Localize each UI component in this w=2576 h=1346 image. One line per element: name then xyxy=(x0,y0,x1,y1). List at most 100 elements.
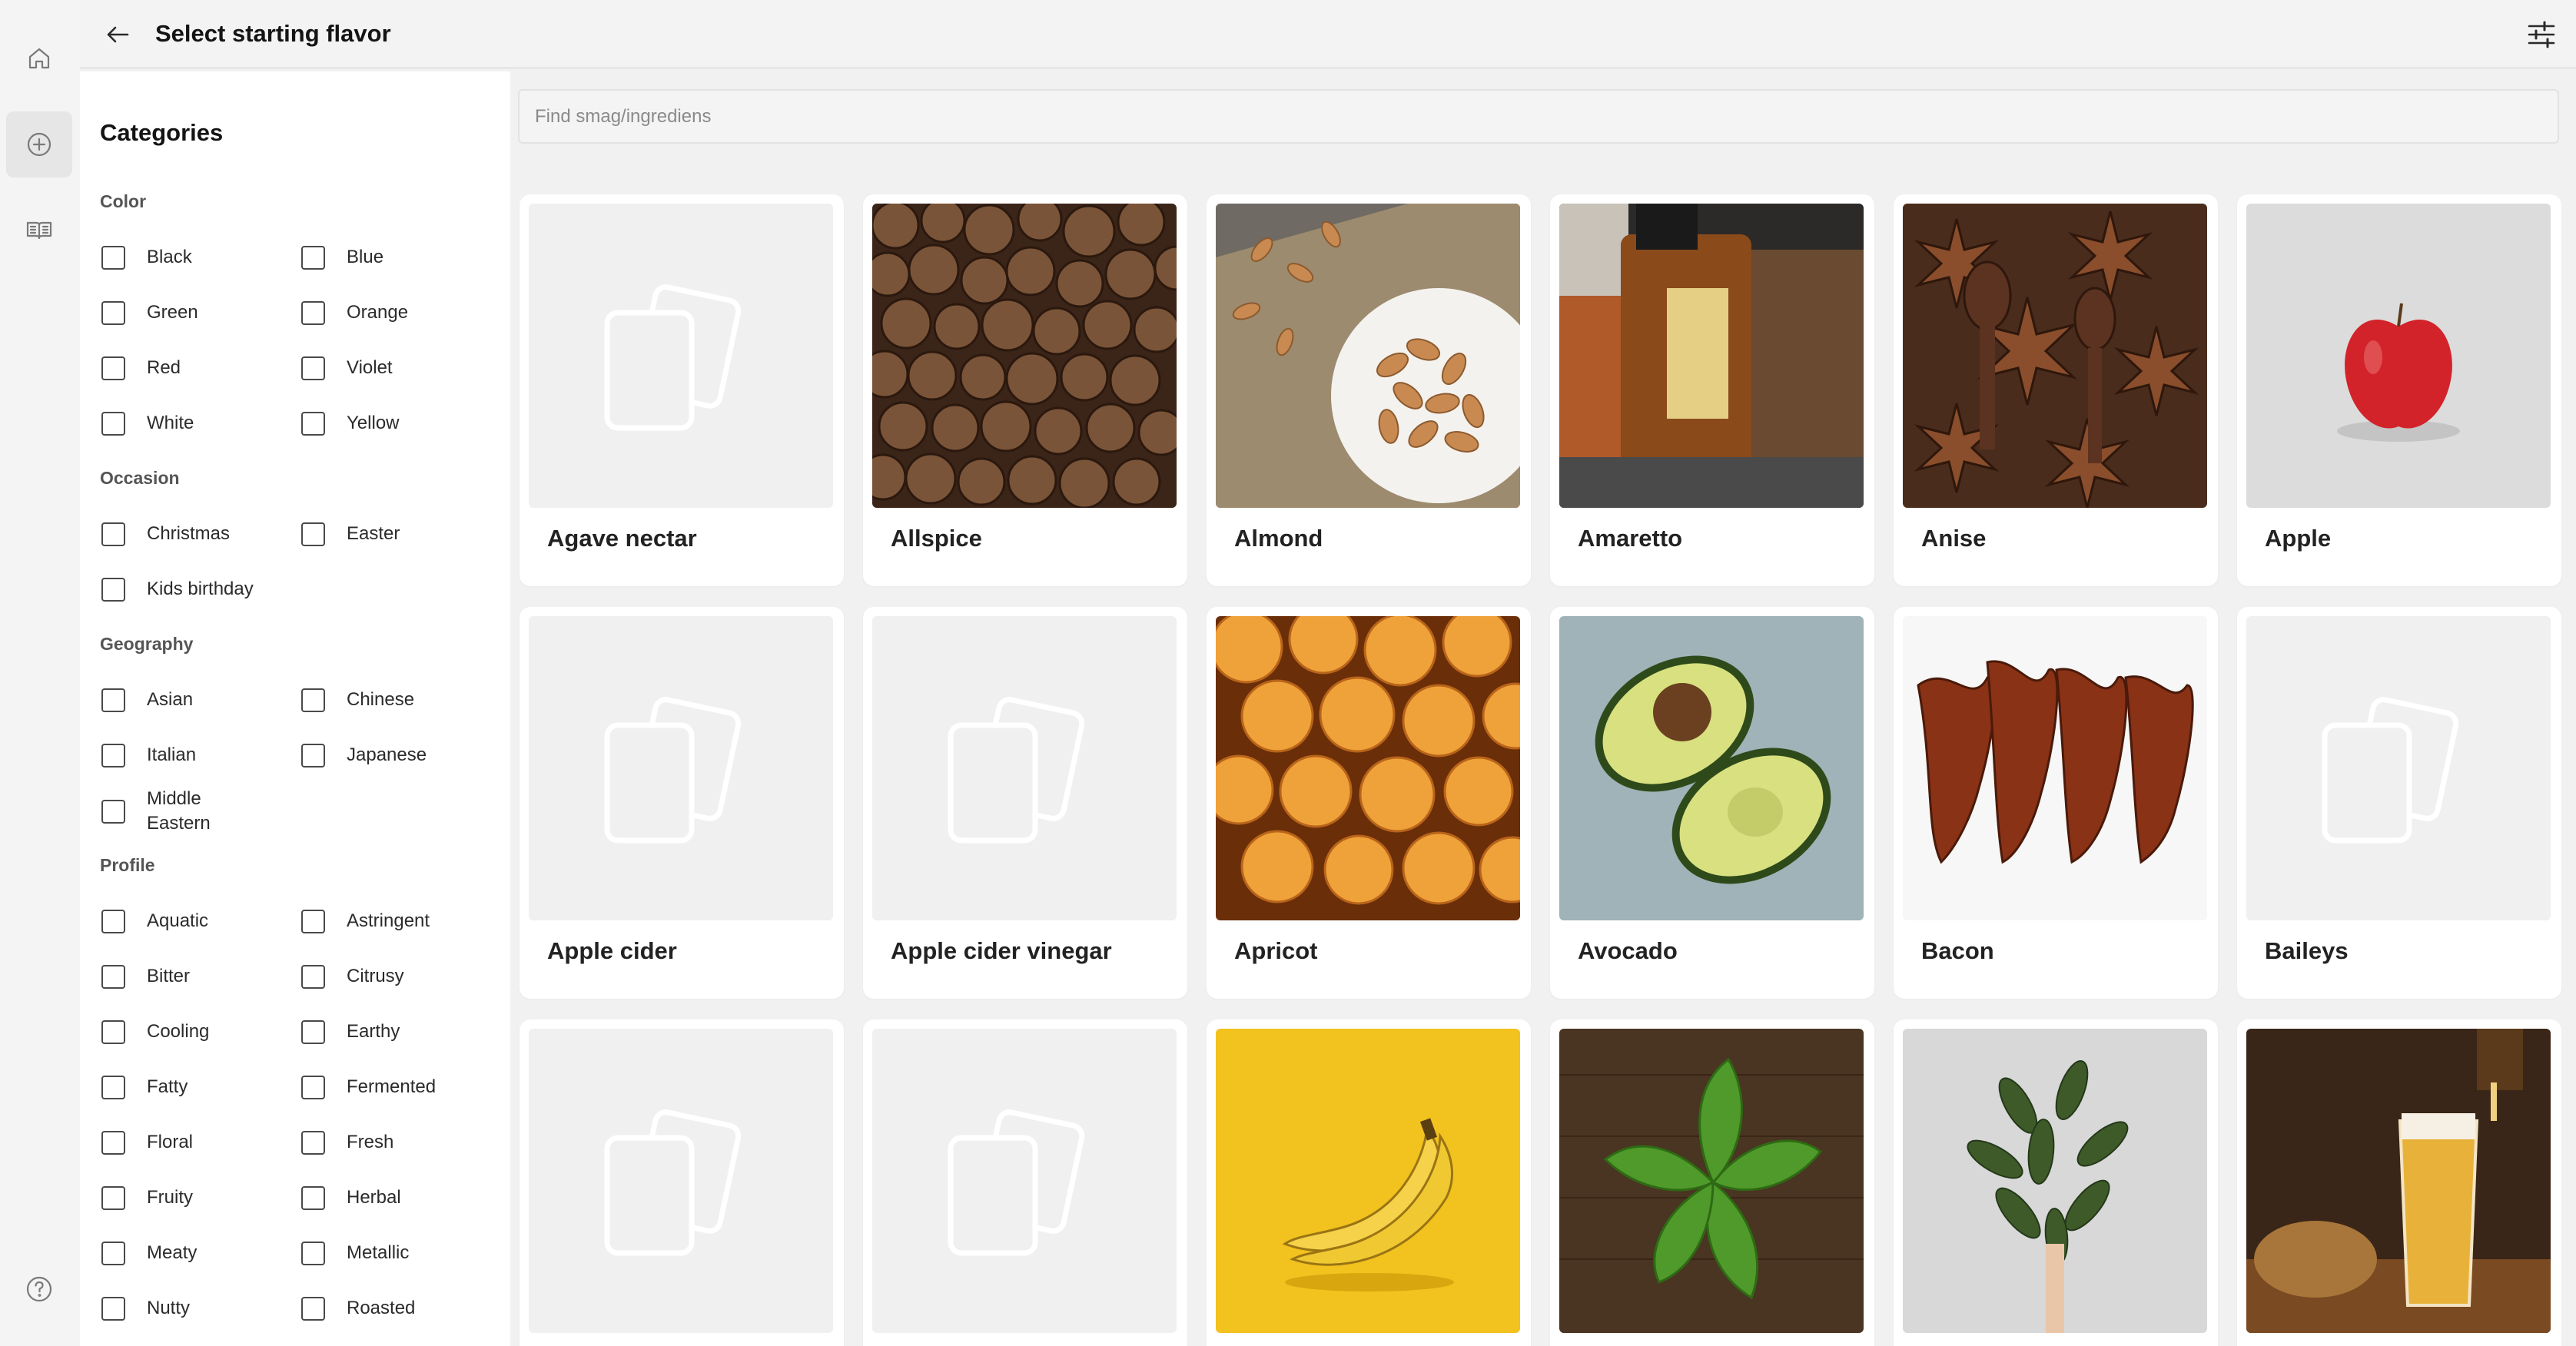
checkbox-earthy[interactable]: Earthy xyxy=(301,1020,400,1044)
checkbox-box[interactable] xyxy=(301,744,325,767)
checkbox-box[interactable] xyxy=(101,1186,125,1210)
checkbox-box[interactable] xyxy=(101,301,125,325)
checkbox-box[interactable] xyxy=(101,246,125,270)
flavor-card[interactable] xyxy=(1894,1019,2218,1346)
checkbox-japanese[interactable]: Japanese xyxy=(301,744,427,767)
checkbox-easter[interactable]: Easter xyxy=(301,522,400,546)
flavor-card-apple[interactable]: Apple xyxy=(2237,194,2561,586)
flavor-browser: Agave nectar Allspice xyxy=(510,71,2576,1346)
help-button[interactable] xyxy=(6,1256,72,1322)
checkbox-label: Chinese xyxy=(347,689,415,710)
flavor-card-bacon[interactable]: Bacon xyxy=(1894,607,2218,999)
flavor-card-amaretto[interactable]: Amaretto xyxy=(1550,194,1874,586)
checkbox-label: Nutty xyxy=(147,1298,191,1318)
checkbox-box[interactable] xyxy=(301,965,325,989)
checkbox-box[interactable] xyxy=(301,301,325,325)
checkbox-box[interactable] xyxy=(301,910,325,933)
checkbox-bitter[interactable]: Bitter xyxy=(101,965,190,989)
checkbox-box[interactable] xyxy=(301,1186,325,1210)
checkbox-asian[interactable]: Asian xyxy=(101,688,193,712)
checkbox-yellow[interactable]: Yellow xyxy=(301,412,400,436)
checkbox-box[interactable] xyxy=(301,1020,325,1044)
checkbox-label: Blue xyxy=(347,247,384,267)
checkbox-white[interactable]: White xyxy=(101,412,194,436)
back-button[interactable] xyxy=(100,17,135,52)
checkbox-roasted[interactable]: Roasted xyxy=(301,1297,415,1321)
flavor-card-avocado[interactable]: Avocado xyxy=(1550,607,1874,999)
checkbox-box[interactable] xyxy=(101,744,125,767)
checkbox-box[interactable] xyxy=(301,246,325,270)
library-button[interactable] xyxy=(6,197,72,263)
checkbox-label: Fruity xyxy=(147,1187,193,1208)
flavor-card[interactable] xyxy=(1207,1019,1531,1346)
home-button[interactable] xyxy=(6,25,72,91)
flavor-card[interactable] xyxy=(863,1019,1187,1346)
checkbox-citrusy[interactable]: Citrusy xyxy=(301,965,404,989)
checkbox-box[interactable] xyxy=(101,1242,125,1265)
checkbox-middle-eastern[interactable]: Middle Eastern xyxy=(101,787,239,836)
flavor-card-anise[interactable]: Anise xyxy=(1894,194,2218,586)
checkbox-box[interactable] xyxy=(101,910,125,933)
flavor-card-agave-nectar[interactable]: Agave nectar xyxy=(520,194,844,586)
checkbox-nutty[interactable]: Nutty xyxy=(101,1297,190,1321)
checkbox-green[interactable]: Green xyxy=(101,301,198,325)
checkbox-red[interactable]: Red xyxy=(101,356,181,380)
flavor-card-baileys[interactable]: Baileys xyxy=(2237,607,2561,999)
checkbox-box[interactable] xyxy=(101,522,125,546)
apricot-image xyxy=(1216,616,1520,920)
checkbox-orange[interactable]: Orange xyxy=(301,301,408,325)
checkbox-herbal[interactable]: Herbal xyxy=(301,1186,401,1210)
flavor-card[interactable] xyxy=(520,1019,844,1346)
flavor-card-apple-cider-vinegar[interactable]: Apple cider vinegar xyxy=(863,607,1187,999)
beer-image xyxy=(2246,1029,2551,1333)
basil-image xyxy=(1559,1029,1864,1333)
checkbox-meaty[interactable]: Meaty xyxy=(101,1242,197,1265)
checkbox-fruity[interactable]: Fruity xyxy=(101,1186,193,1210)
checkbox-box[interactable] xyxy=(301,1297,325,1321)
checkbox-fermented[interactable]: Fermented xyxy=(301,1076,436,1099)
checkbox-box[interactable] xyxy=(101,1076,125,1099)
checkbox-fresh[interactable]: Fresh xyxy=(301,1131,393,1155)
create-button[interactable] xyxy=(6,111,72,177)
checkbox-box[interactable] xyxy=(301,412,325,436)
flavor-card[interactable] xyxy=(2237,1019,2561,1346)
checkbox-box[interactable] xyxy=(101,1131,125,1155)
checkbox-blue[interactable]: Blue xyxy=(301,246,383,270)
checkbox-box[interactable] xyxy=(101,800,125,824)
checkbox-aquatic[interactable]: Aquatic xyxy=(101,910,208,933)
checkbox-box[interactable] xyxy=(301,522,325,546)
checkbox-box[interactable] xyxy=(301,1076,325,1099)
checkbox-astringent[interactable]: Astringent xyxy=(301,910,430,933)
flavor-card-almond[interactable]: Almond xyxy=(1207,194,1531,586)
checkbox-box[interactable] xyxy=(101,578,125,602)
filter-settings-button[interactable] xyxy=(2522,15,2561,54)
image-placeholder xyxy=(529,616,833,920)
checkbox-box[interactable] xyxy=(301,1242,325,1265)
checkbox-box[interactable] xyxy=(301,356,325,380)
flavor-card-allspice[interactable]: Allspice xyxy=(863,194,1187,586)
checkbox-christmas[interactable]: Christmas xyxy=(101,522,230,546)
checkbox-box[interactable] xyxy=(101,356,125,380)
checkbox-kids-birthday[interactable]: Kids birthday xyxy=(101,578,254,602)
image-placeholder xyxy=(2246,616,2551,920)
amaretto-image xyxy=(1559,204,1864,508)
checkbox-italian[interactable]: Italian xyxy=(101,744,196,767)
search-input[interactable] xyxy=(518,89,2559,144)
checkbox-violet[interactable]: Violet xyxy=(301,356,393,380)
checkbox-fatty[interactable]: Fatty xyxy=(101,1076,188,1099)
flavor-card-apricot[interactable]: Apricot xyxy=(1207,607,1531,999)
checkbox-metallic[interactable]: Metallic xyxy=(301,1242,409,1265)
checkbox-box[interactable] xyxy=(101,412,125,436)
checkbox-chinese[interactable]: Chinese xyxy=(301,688,414,712)
checkbox-box[interactable] xyxy=(301,688,325,712)
checkbox-floral[interactable]: Floral xyxy=(101,1131,193,1155)
checkbox-cooling[interactable]: Cooling xyxy=(101,1020,209,1044)
flavor-card[interactable] xyxy=(1550,1019,1874,1346)
checkbox-box[interactable] xyxy=(101,965,125,989)
checkbox-box[interactable] xyxy=(101,1020,125,1044)
checkbox-box[interactable] xyxy=(101,1297,125,1321)
checkbox-box[interactable] xyxy=(101,688,125,712)
flavor-card-apple-cider[interactable]: Apple cider xyxy=(520,607,844,999)
checkbox-box[interactable] xyxy=(301,1131,325,1155)
checkbox-black[interactable]: Black xyxy=(101,246,192,270)
